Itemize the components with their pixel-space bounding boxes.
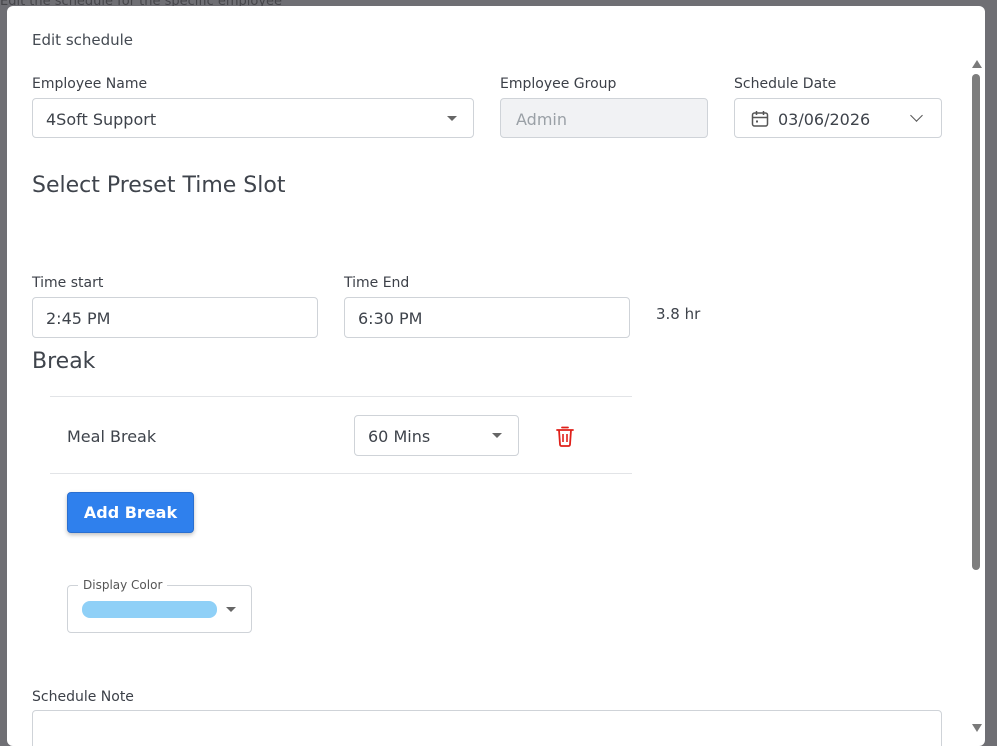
- employee-group-value: Admin: [516, 110, 567, 129]
- display-color-select[interactable]: Display Color: [67, 578, 252, 633]
- scrollbar-thumb[interactable]: [972, 74, 980, 570]
- display-color-label: Display Color: [78, 578, 168, 592]
- employee-name-label: Employee Name: [32, 76, 148, 92]
- break-name: Meal Break: [67, 427, 157, 446]
- duration-text: 3.8 hr: [656, 305, 701, 323]
- time-end-input[interactable]: 6:30 PM: [344, 297, 630, 338]
- break-heading: Break: [32, 349, 96, 374]
- employee-group-field: Admin: [500, 98, 708, 138]
- time-end-label: Time End: [344, 275, 410, 291]
- break-duration-value: 60 Mins: [368, 427, 431, 446]
- schedule-note-label: Schedule Note: [32, 689, 134, 705]
- calendar-icon: [751, 111, 769, 127]
- scroll-down-arrow-icon[interactable]: [972, 724, 982, 732]
- time-start-label: Time start: [32, 275, 104, 291]
- trash-icon[interactable]: [555, 425, 575, 447]
- scroll-up-arrow-icon[interactable]: [972, 60, 982, 68]
- add-break-button[interactable]: Add Break: [67, 492, 194, 533]
- schedule-date-picker[interactable]: 03/06/2026: [734, 98, 942, 138]
- schedule-date-value: 03/06/2026: [778, 110, 871, 129]
- time-start-input[interactable]: 2:45 PM: [32, 297, 318, 338]
- break-duration-select[interactable]: 60 Mins: [354, 415, 519, 456]
- preset-time-slot-heading: Select Preset Time Slot: [32, 173, 286, 198]
- caret-down-icon: [492, 433, 502, 438]
- break-divider-bottom: [50, 473, 632, 474]
- dialog-title: Edit schedule: [32, 31, 134, 49]
- color-swatch: [82, 601, 217, 618]
- caret-down-icon: [226, 607, 236, 612]
- time-end-value: 6:30 PM: [358, 309, 423, 328]
- employee-group-label: Employee Group: [500, 76, 617, 92]
- edit-schedule-dialog: Edit schedule Employee Name 4Soft Suppor…: [7, 6, 985, 746]
- chevron-down-icon: [910, 109, 923, 122]
- dialog-scrollbar[interactable]: [967, 60, 985, 740]
- schedule-date-label: Schedule Date: [734, 76, 837, 92]
- employee-name-value: 4Soft Support: [46, 110, 157, 129]
- time-start-value: 2:45 PM: [46, 309, 111, 328]
- schedule-note-input[interactable]: [32, 710, 942, 746]
- break-divider-top: [50, 396, 632, 397]
- caret-down-icon: [447, 116, 457, 121]
- employee-name-select[interactable]: 4Soft Support: [32, 98, 474, 138]
